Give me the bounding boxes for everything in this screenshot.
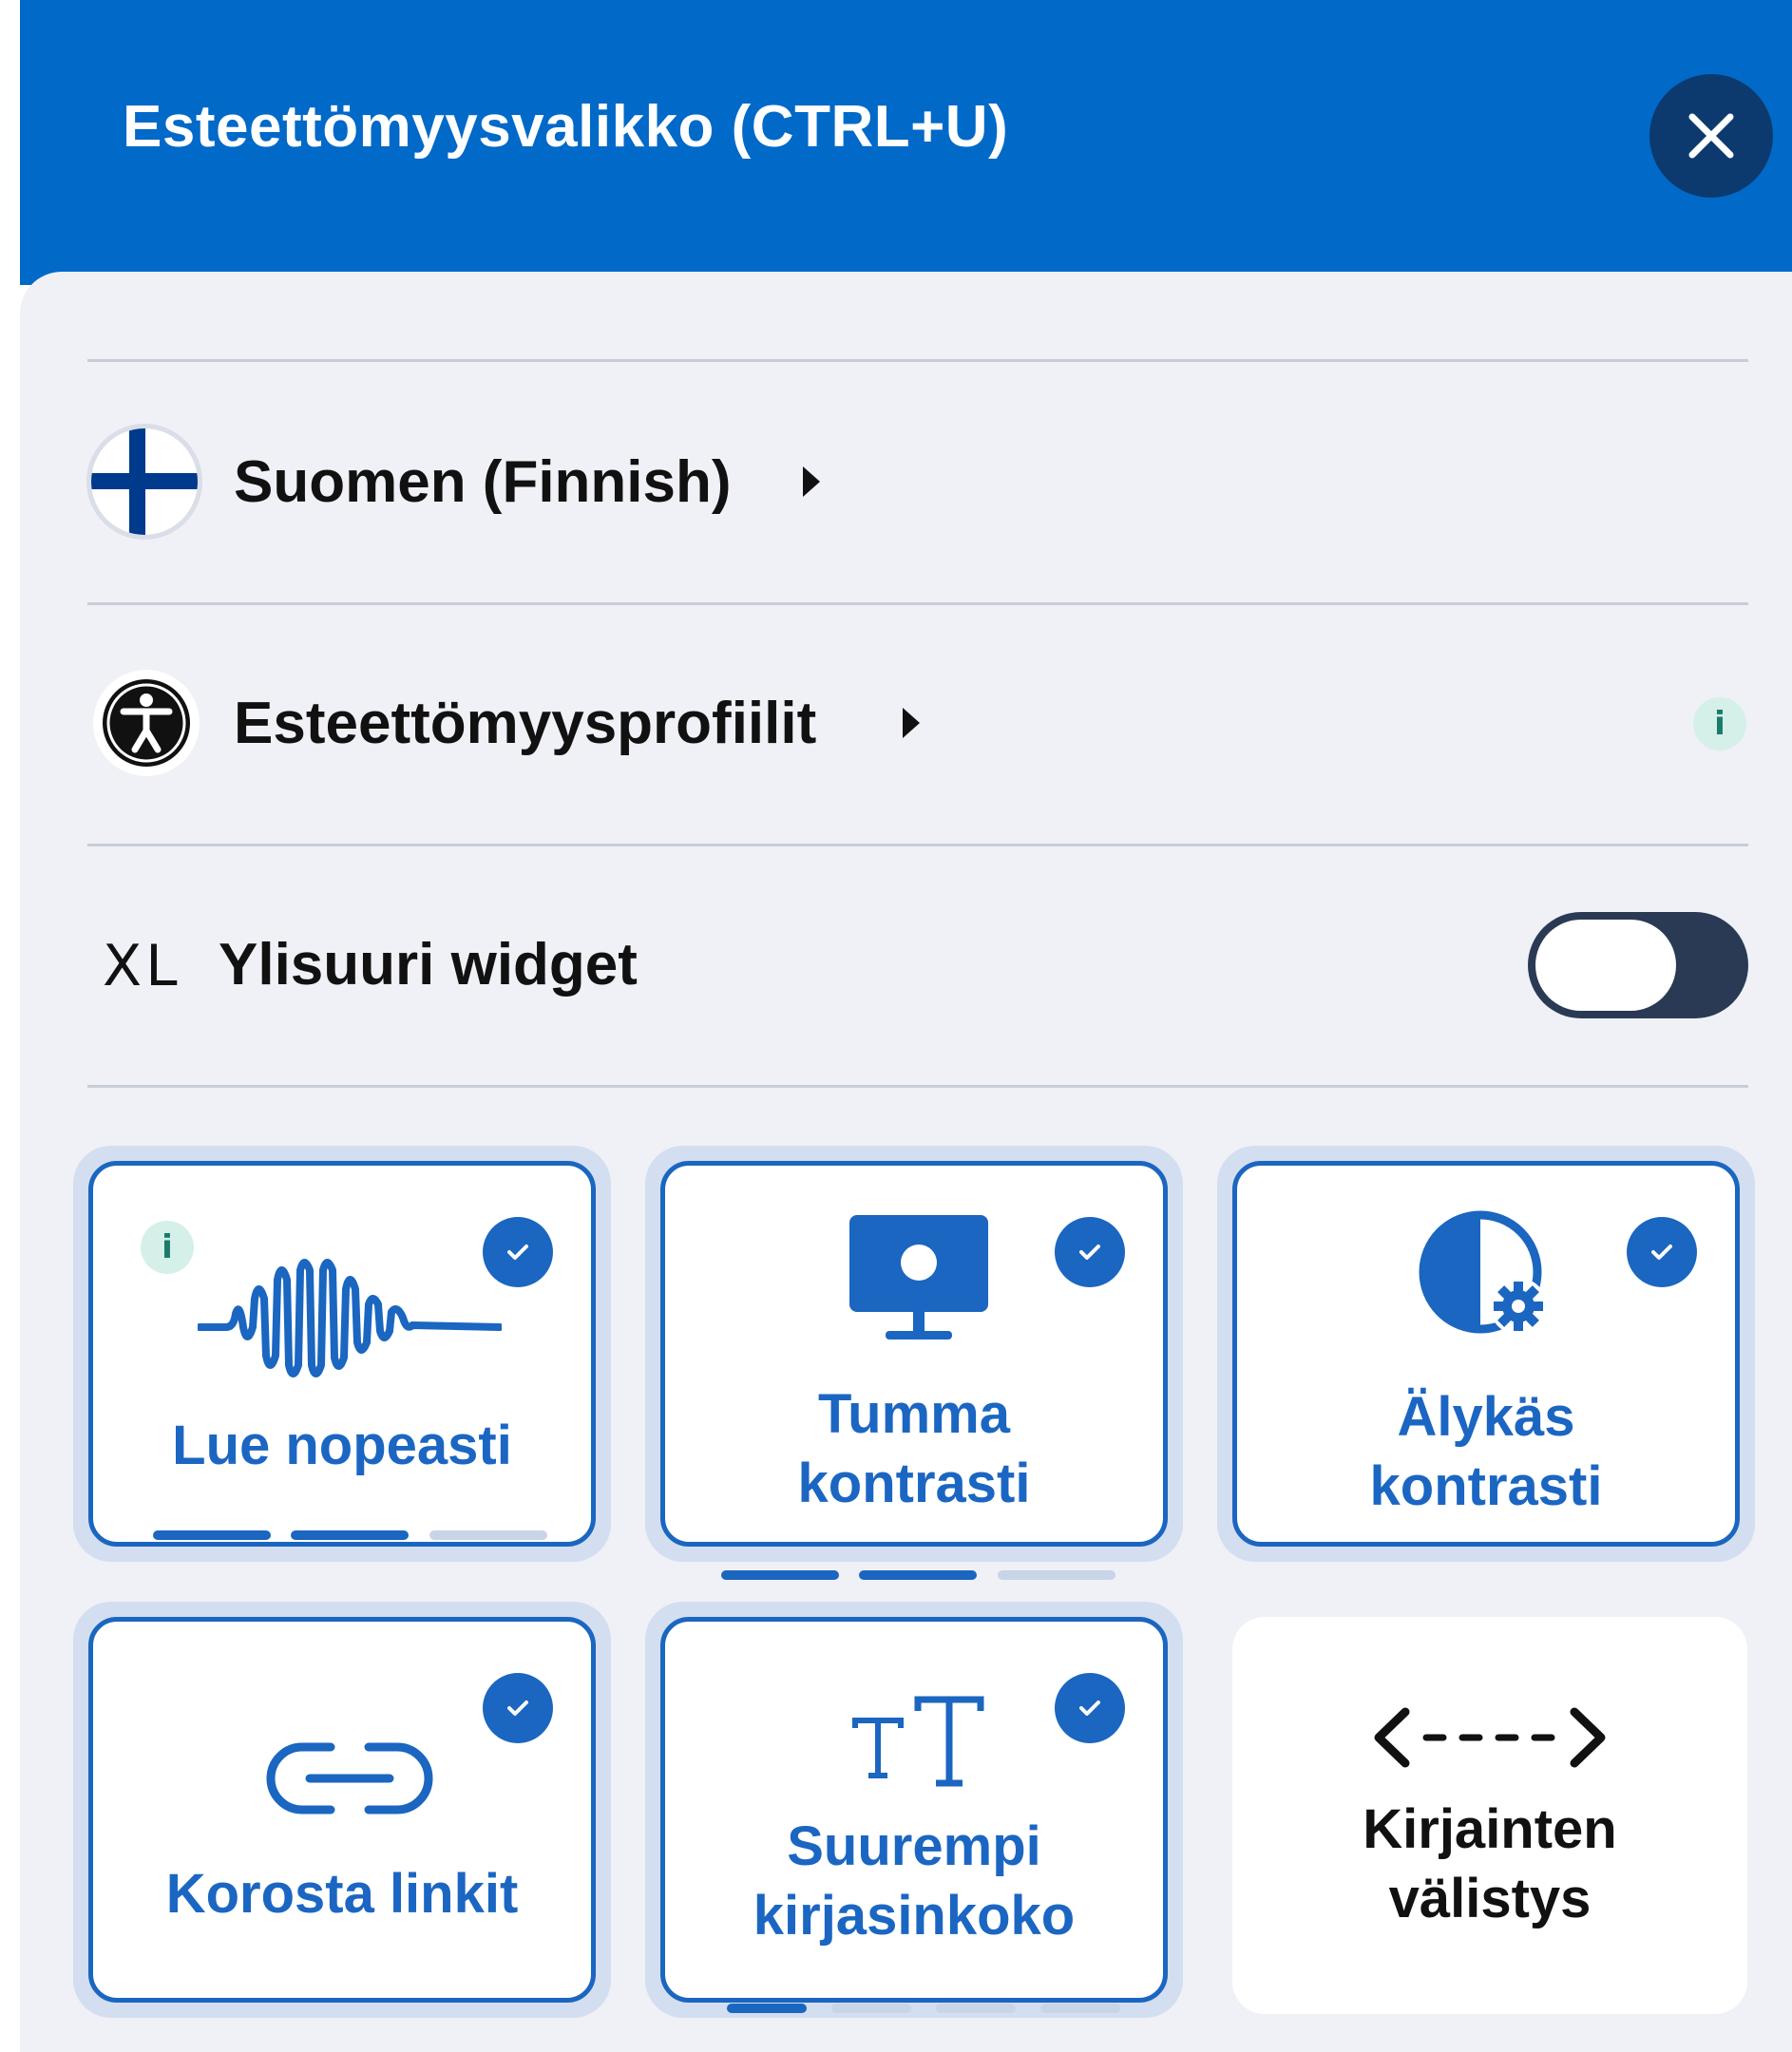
- card-dark-contrast[interactable]: Tumma kontrasti: [660, 1161, 1168, 1547]
- monitor-icon: [849, 1215, 988, 1340]
- half-circle-gear-icon: [1419, 1210, 1547, 1335]
- card-read-fast[interactable]: i Lue nopeasti: [88, 1161, 596, 1547]
- card-label: kirjasinkoko: [753, 1885, 1076, 1947]
- divider: [87, 359, 1748, 362]
- info-icon[interactable]: i: [141, 1221, 194, 1274]
- card-label: Tumma: [818, 1383, 1010, 1445]
- close-button[interactable]: [1649, 74, 1773, 198]
- info-icon[interactable]: i: [1693, 697, 1746, 750]
- check-icon: [1055, 1673, 1125, 1743]
- oversize-toggle[interactable]: [1528, 912, 1748, 1018]
- accessibility-menu: Esteettömyysvalikko (CTRL+U) Suomen (Fin…: [0, 0, 1792, 2052]
- text-size-icon: [852, 1696, 984, 1787]
- check-icon: [1055, 1217, 1125, 1287]
- card-highlight-links[interactable]: Korosta linkit: [88, 1617, 596, 2003]
- card-label: välistys: [1388, 1868, 1592, 1929]
- card-label: kontrasti: [1369, 1455, 1603, 1517]
- card-larger-font[interactable]: Suurempi kirjasinkoko: [660, 1617, 1168, 2013]
- xl-badge: XL: [103, 933, 181, 999]
- check-icon: [483, 1673, 553, 1743]
- level-segment: [721, 1570, 839, 1580]
- card-label: Älykäs: [1397, 1386, 1575, 1448]
- language-label: Suomen (Finnish): [234, 449, 732, 515]
- check-icon: [1627, 1217, 1697, 1287]
- card-label: Korosta linkit: [165, 1863, 519, 1925]
- sound-wave-icon: [198, 1259, 502, 1378]
- card-smart-contrast[interactable]: Älykäs kontrasti: [1232, 1161, 1740, 1547]
- level-segment: [153, 1530, 271, 1540]
- level-segment: [291, 1530, 409, 1540]
- card-label: Suurempi: [787, 1815, 1041, 1877]
- toggle-knob: [1535, 920, 1676, 1011]
- caret-right-icon: [803, 466, 820, 497]
- menu-header: Esteettömyysvalikko (CTRL+U): [20, 0, 1792, 285]
- level-segment: [429, 1530, 547, 1540]
- close-icon: [1688, 113, 1734, 159]
- level-segment: [859, 1570, 977, 1580]
- letter-spacing-arrows-icon: [1374, 1707, 1606, 1768]
- caret-right-icon: [903, 708, 920, 738]
- level-segment: [831, 2004, 911, 2013]
- divider: [87, 602, 1748, 605]
- menu-title: Esteettömyysvalikko (CTRL+U): [123, 94, 1009, 160]
- divider: [87, 1085, 1748, 1088]
- profiles-label: Esteettömyysprofiilit: [234, 691, 817, 756]
- finland-flag-icon: [91, 428, 198, 535]
- level-segment: [998, 1570, 1115, 1580]
- oversize-label: Ylisuuri widget: [219, 932, 638, 998]
- accessibility-person-icon: [99, 675, 194, 770]
- level-segment: [727, 2004, 807, 2013]
- card-label: Kirjainten: [1363, 1798, 1617, 1860]
- card-letter-spacing[interactable]: Kirjainten välistys: [1232, 1617, 1747, 2014]
- level-segment: [936, 2004, 1016, 2013]
- level-segment: [1040, 2004, 1120, 2013]
- divider: [87, 844, 1748, 846]
- card-label: kontrasti: [797, 1453, 1031, 1514]
- card-label: Lue nopeasti: [172, 1415, 512, 1476]
- link-icon: [266, 1742, 433, 1814]
